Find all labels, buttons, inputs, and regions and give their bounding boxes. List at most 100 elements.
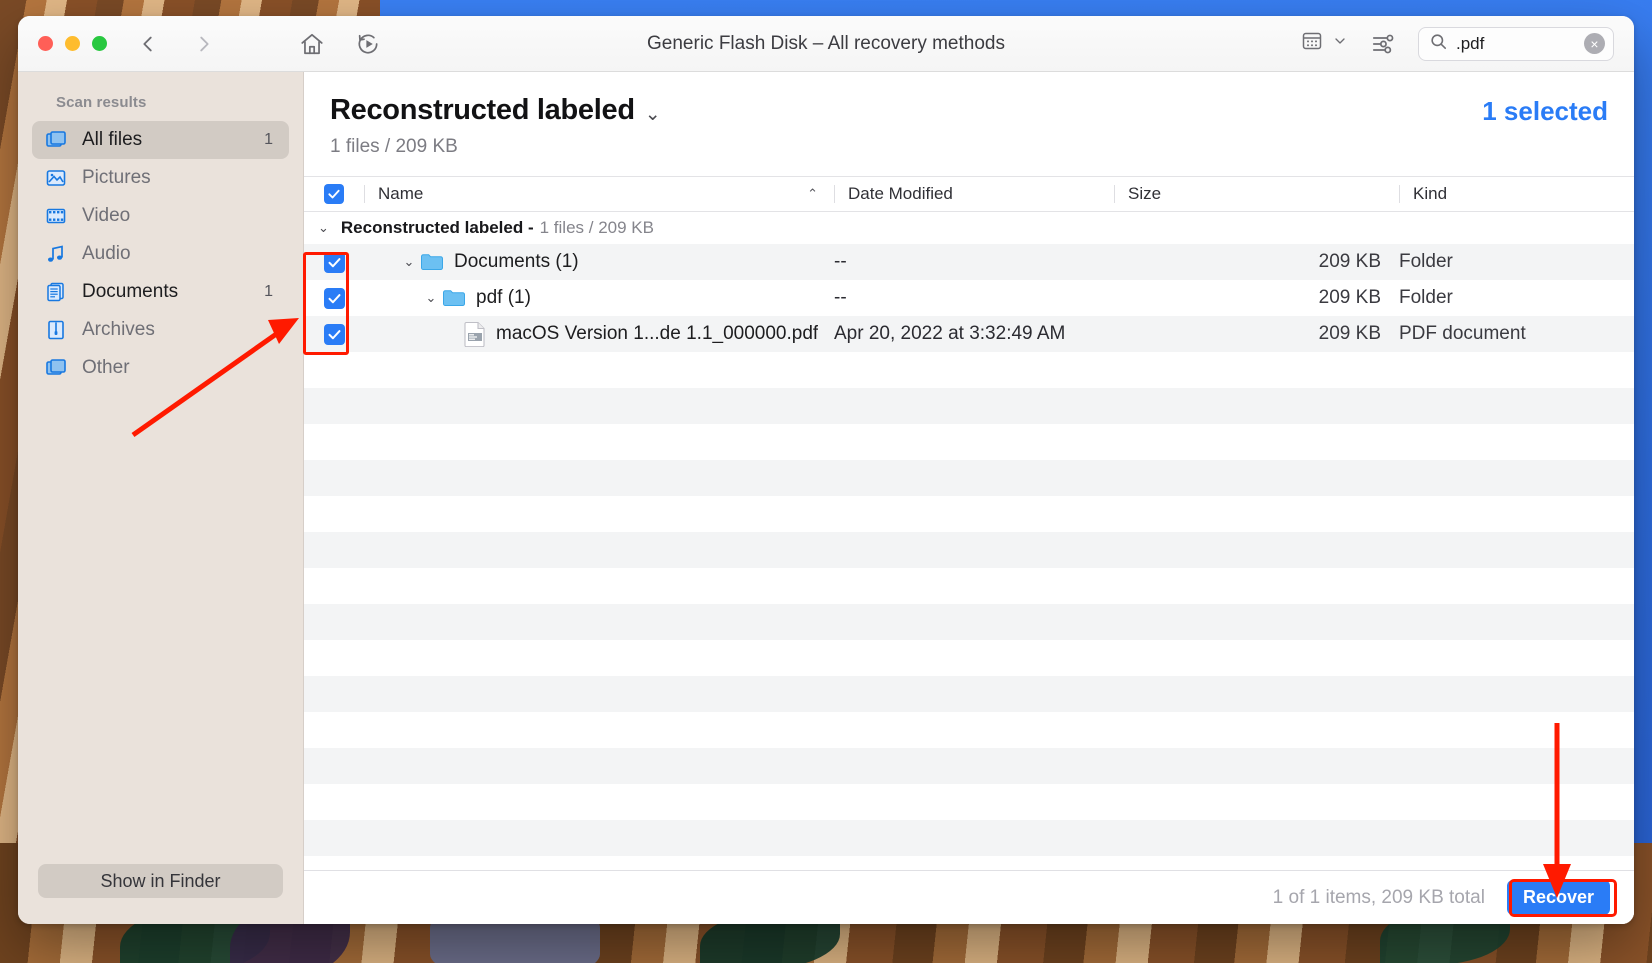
folder-icon: [442, 288, 466, 308]
sidebar-item-audio[interactable]: Audio: [32, 235, 289, 273]
sidebar-item-label: Audio: [82, 243, 131, 264]
rescan-icon[interactable]: [353, 29, 383, 59]
main-panel: Reconstructed labeled ⌄ 1 selected 1 fil…: [304, 72, 1634, 924]
empty-row: [304, 640, 1634, 676]
list-view-icon: [1300, 29, 1324, 58]
row-name-cell[interactable]: ⌄ Documents (1): [364, 244, 834, 280]
minimize-window-button[interactable]: [65, 36, 80, 51]
empty-row: [304, 388, 1634, 424]
sidebar-item-pictures[interactable]: Pictures: [32, 159, 289, 197]
row-name-cell[interactable]: macOS Version 1...de 1.1_000000.pdf: [364, 316, 834, 352]
row-kind-cell: PDF document: [1399, 323, 1526, 344]
empty-row: [304, 820, 1634, 856]
selected-count-label: 1 selected: [1482, 96, 1608, 126]
row-kind-cell: Folder: [1399, 287, 1453, 308]
app-window: Generic Flash Disk – All recovery method…: [18, 16, 1634, 924]
audio-icon: [44, 242, 68, 266]
zoom-window-button[interactable]: [92, 36, 107, 51]
column-header-kind-label: Kind: [1413, 184, 1448, 203]
row-size-cell: 209 KB: [1318, 251, 1381, 272]
row-checkbox[interactable]: [323, 323, 345, 345]
table-row[interactable]: ⌄ pdf (1) -- 209 KB Folder: [304, 280, 1634, 316]
sidebar-item-count: 1: [264, 283, 273, 300]
empty-row: [304, 748, 1634, 784]
column-header-kind[interactable]: Kind: [1399, 177, 1634, 211]
group-disclosure-icon[interactable]: ⌄: [318, 220, 329, 236]
page-title: Reconstructed labeled: [330, 94, 635, 126]
column-header-name-label: Name: [378, 184, 424, 203]
row-name: pdf (1): [476, 287, 531, 308]
group-meta: 1 files / 209 KB: [539, 218, 654, 237]
title-row: Reconstructed labeled ⌄ 1 selected: [330, 94, 1608, 127]
empty-row: [304, 568, 1634, 604]
sidebar-item-label: All files: [82, 129, 143, 150]
show-in-finder-button[interactable]: Show in Finder: [38, 864, 283, 898]
row-name-cell[interactable]: ⌄ pdf (1): [364, 280, 834, 316]
window-body: Scan results All files 1 Pictures Video …: [18, 72, 1634, 924]
all-files-icon: [44, 128, 68, 152]
file-table-body[interactable]: ⌄ Reconstructed labeled - 1 files / 209 …: [304, 212, 1634, 870]
row-name: Documents (1): [454, 251, 579, 272]
sidebar-item-other[interactable]: Other: [32, 349, 289, 387]
sidebar-item-archives[interactable]: Archives: [32, 311, 289, 349]
view-options-button[interactable]: [1300, 29, 1348, 58]
sidebar-item-label: Other: [82, 357, 130, 378]
empty-row: [304, 460, 1634, 496]
traffic-light-group: [38, 36, 107, 51]
select-all-checkbox[interactable]: [324, 184, 344, 204]
sidebar-item-all-files[interactable]: All files 1: [32, 121, 289, 159]
filter-settings-icon[interactable]: [1368, 29, 1398, 59]
column-header-name[interactable]: Name ⌃: [364, 177, 834, 211]
row-name: macOS Version 1...de 1.1_000000.pdf: [496, 323, 819, 344]
pdf-file-icon: [464, 321, 486, 348]
toolbar-right-group: ×: [1300, 26, 1614, 61]
forward-icon[interactable]: [189, 29, 219, 59]
group-header-row[interactable]: ⌄ Reconstructed labeled - 1 files / 209 …: [304, 212, 1634, 244]
row-checkbox[interactable]: [323, 251, 345, 273]
sidebar-item-documents[interactable]: Documents 1: [32, 273, 289, 311]
sidebar-item-video[interactable]: Video: [32, 197, 289, 235]
other-icon: [44, 356, 68, 380]
row-checkbox-cell[interactable]: [304, 244, 364, 280]
window-titlebar: Generic Flash Disk – All recovery method…: [18, 16, 1634, 72]
video-icon: [44, 204, 68, 228]
row-disclosure-icon[interactable]: ⌄: [420, 290, 442, 306]
row-date-cell: Apr 20, 2022 at 3:32:49 AM: [834, 323, 1066, 344]
row-disclosure-icon[interactable]: ⌄: [398, 254, 420, 270]
folder-subtitle: 1 files / 209 KB: [330, 136, 458, 157]
row-size-cell: 209 KB: [1318, 323, 1381, 344]
empty-row: [304, 712, 1634, 748]
clear-search-icon[interactable]: ×: [1584, 33, 1605, 54]
empty-row: [304, 604, 1634, 640]
sidebar-heading: Scan results: [56, 94, 147, 111]
empty-row: [304, 352, 1634, 388]
main-header: Reconstructed labeled ⌄ 1 selected 1 fil…: [304, 72, 1634, 158]
sidebar-item-label: Documents: [82, 281, 179, 302]
search-box[interactable]: ×: [1418, 26, 1614, 61]
search-input[interactable]: [1456, 33, 1566, 54]
empty-row: [304, 856, 1634, 870]
folder-title-chevron-down-icon[interactable]: ⌄: [645, 94, 661, 126]
close-window-button[interactable]: [38, 36, 53, 51]
row-date-cell: --: [834, 251, 847, 272]
empty-row: [304, 784, 1634, 820]
select-all-header[interactable]: [304, 177, 364, 211]
home-icon[interactable]: [297, 29, 327, 59]
empty-row: [304, 424, 1634, 460]
row-checkbox-cell[interactable]: [304, 316, 364, 352]
chevron-down-icon: [1332, 33, 1348, 54]
recover-button[interactable]: Recover: [1506, 880, 1610, 915]
group-name: Reconstructed labeled -: [340, 218, 534, 237]
folder-icon: [420, 252, 444, 272]
sidebar-item-label: Video: [82, 205, 131, 226]
row-checkbox[interactable]: [323, 287, 345, 309]
sidebar-item-label: Pictures: [82, 167, 151, 188]
table-row[interactable]: macOS Version 1...de 1.1_000000.pdf Apr …: [304, 316, 1634, 352]
empty-row: [304, 496, 1634, 532]
back-icon[interactable]: [133, 29, 163, 59]
table-row[interactable]: ⌄ Documents (1) -- 209 KB Folder: [304, 244, 1634, 280]
row-checkbox-cell[interactable]: [304, 280, 364, 316]
column-header-size-label: Size: [1128, 184, 1162, 203]
column-header-date-modified[interactable]: Date Modified: [834, 177, 1114, 211]
column-header-size[interactable]: Size: [1114, 177, 1399, 211]
